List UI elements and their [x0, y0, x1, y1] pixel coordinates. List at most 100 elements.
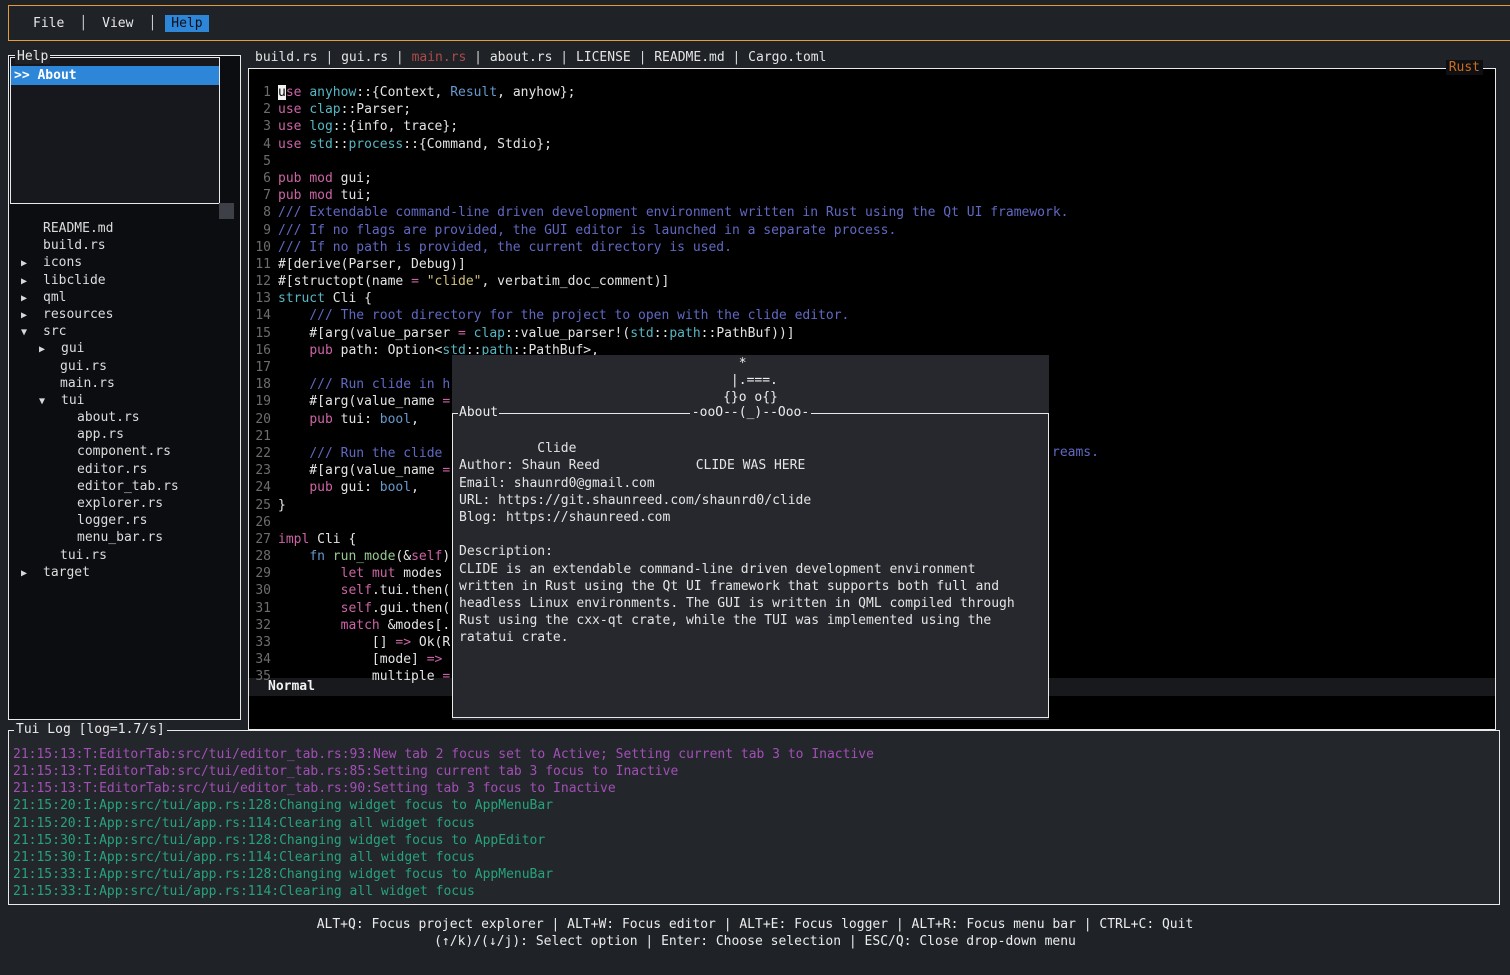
tree-item-label: icons [43, 255, 82, 270]
tree-item-menu-bar-rs[interactable]: menu_bar.rs [9, 529, 239, 546]
line-number: 26 [255, 514, 271, 531]
ascii-art: * |.===. {}o o{} [723, 355, 778, 407]
tree-item-libclide[interactable]: ▶libclide [9, 272, 239, 289]
tree-item-logger-rs[interactable]: logger.rs [9, 512, 239, 529]
log-entry-trace: 21:15:13:T:EditorTab:src/tui/editor_tab.… [13, 746, 1497, 763]
line-number: 1 [255, 84, 271, 101]
tab-license[interactable]: LICENSE [576, 50, 631, 65]
tree-item-label: component.rs [77, 444, 171, 459]
tree-item-explorer-rs[interactable]: explorer.rs [9, 495, 239, 512]
tree-item-label: src [43, 324, 66, 339]
tree-item-gui[interactable]: ▶gui [9, 340, 239, 357]
code-line-11[interactable]: 11#[derive(Parser, Debug)] [249, 256, 1494, 273]
line-number: 18 [255, 376, 271, 393]
chevron-right-icon: ▶ [39, 341, 61, 358]
tree-item-editor-rs[interactable]: editor.rs [9, 461, 239, 478]
line-number: 3 [255, 118, 271, 135]
tree-item-label: about.rs [77, 410, 140, 425]
line-number: 10 [255, 239, 271, 256]
line-number: 31 [255, 600, 271, 617]
tree-item-label: README.md [43, 221, 113, 236]
tab-cargo-toml[interactable]: Cargo.toml [748, 50, 826, 65]
code-line-4[interactable]: 4use std::process::{Command, Stdio}; [249, 136, 1494, 153]
tree-item-gui-rs[interactable]: gui.rs [9, 358, 239, 375]
tui-log-panel: Tui Log [log=1.7/s] 21:15:13:T:EditorTab… [8, 730, 1500, 905]
chevron-right-icon: ▶ [21, 307, 43, 324]
chevron-right-icon: ▶ [21, 255, 43, 272]
tree-item-readme-md[interactable]: README.md [9, 220, 239, 237]
code-line-1[interactable]: 1use anyhow::{Context, Result, anyhow}; [249, 84, 1494, 101]
tree-item-src[interactable]: ▼src [9, 323, 239, 340]
tab-main-rs[interactable]: main.rs [412, 50, 467, 65]
tree-item-label: editor.rs [77, 462, 147, 477]
about-dialog: About -ooO--(_)--Ooo- Clide CLIDE WAS HE… [452, 413, 1049, 718]
chevron-right-icon: ▶ [21, 273, 43, 290]
code-line-5[interactable]: 5 [249, 153, 1494, 170]
tree-item-label: tui [61, 393, 84, 408]
tab-separator: | [725, 50, 748, 65]
line-number: 9 [255, 222, 271, 239]
about-line-8: CLIDE is an extendable command-line driv… [459, 561, 1042, 578]
tree-item-editor-tab-rs[interactable]: editor_tab.rs [9, 478, 239, 495]
line-number: 12 [255, 273, 271, 290]
tree-item-label: editor_tab.rs [77, 479, 179, 494]
about-line-9: written in Rust using the Qt UI framewor… [459, 578, 1042, 595]
log-entry-trace: 21:15:13:T:EditorTab:src/tui/editor_tab.… [13, 763, 1497, 780]
code-line-15[interactable]: 15 #[arg(value_parser = clap::value_pars… [249, 325, 1494, 342]
tree-item-icons[interactable]: ▶icons [9, 254, 239, 271]
log-entry-info: 21:15:20:I:App:src/tui/app.rs:128:Changi… [13, 797, 1497, 814]
scrollbar-thumb[interactable] [219, 203, 234, 219]
tree-item-app-rs[interactable]: app.rs [9, 426, 239, 443]
about-line-7: Description: [459, 543, 1042, 560]
clide-tui-app: File│View│Help README.mdbuild.rs▶icons▶l… [0, 0, 1510, 975]
tree-item-component-rs[interactable]: component.rs [9, 443, 239, 460]
line-number: 5 [255, 153, 271, 170]
tab-separator: | [466, 50, 489, 65]
code-line-7[interactable]: 7pub mod tui; [249, 187, 1494, 204]
code-line-12[interactable]: 12#[structopt(name = "clide", verbatim_d… [249, 273, 1494, 290]
line-number: 35 [255, 668, 271, 685]
tab-separator: | [552, 50, 575, 65]
line-number: 29 [255, 565, 271, 582]
code-line-2[interactable]: 2use clap::Parser; [249, 101, 1494, 118]
help-dropdown-title: Help [15, 49, 50, 64]
tree-item-label: tui.rs [60, 548, 107, 563]
menu-item-view[interactable]: View [96, 15, 139, 32]
tree-item-build-rs[interactable]: build.rs [9, 237, 239, 254]
tab-build-rs[interactable]: build.rs [255, 50, 318, 65]
tree-item-tui[interactable]: ▼tui [9, 392, 239, 409]
about-content: Clide CLIDE WAS HERE Author: Shaun ReedE… [459, 423, 1042, 646]
tree-item-about-rs[interactable]: about.rs [9, 409, 239, 426]
about-line-11: Rust using the cxx-qt crate, while the T… [459, 612, 1042, 629]
about-line-4: URL: https://git.shaunreed.com/shaunrd0/… [459, 492, 1042, 509]
tree-item-target[interactable]: ▶target [9, 564, 239, 581]
keybinding-line-1: ALT+Q: Focus project explorer | ALT+W: F… [0, 916, 1510, 933]
menu-item-help[interactable]: Help [165, 15, 208, 32]
code-line-3[interactable]: 3use log::{info, trace}; [249, 118, 1494, 135]
code-line-10[interactable]: 10/// If no path is provided, the curren… [249, 239, 1494, 256]
about-line-12: ratatui crate. [459, 629, 1042, 646]
about-line-3: Email: shaunrd0@gmail.com [459, 475, 1042, 492]
about-heading: Clide CLIDE WAS HERE [459, 423, 1042, 440]
tree-item-label: logger.rs [77, 513, 147, 528]
chevron-down-icon: ▼ [39, 393, 61, 410]
tree-item-label: qml [43, 290, 66, 305]
code-line-13[interactable]: 13struct Cli { [249, 290, 1494, 307]
tree-item-tui-rs[interactable]: tui.rs [9, 547, 239, 564]
dropdown-item-about[interactable]: >> About [11, 66, 219, 85]
line-number: 24 [255, 479, 271, 496]
tree-item-qml[interactable]: ▶qml [9, 289, 239, 306]
tab-about-rs[interactable]: about.rs [490, 50, 553, 65]
tab-gui-rs[interactable]: gui.rs [341, 50, 388, 65]
log-lines: 21:15:13:T:EditorTab:src/tui/editor_tab.… [13, 746, 1497, 900]
code-line-6[interactable]: 6pub mod gui; [249, 170, 1494, 187]
keybinding-help-bar: ALT+Q: Focus project explorer | ALT+W: F… [0, 916, 1510, 950]
menu-item-file[interactable]: File [27, 15, 70, 32]
tree-item-resources[interactable]: ▶resources [9, 306, 239, 323]
code-line-8[interactable]: 8/// Extendable command-line driven deve… [249, 204, 1494, 221]
code-line-14[interactable]: 14 /// The root directory for the projec… [249, 307, 1494, 324]
tab-readme-md[interactable]: README.md [654, 50, 724, 65]
code-line-9[interactable]: 9/// If no flags are provided, the GUI e… [249, 222, 1494, 239]
tree-item-main-rs[interactable]: main.rs [9, 375, 239, 392]
tree-item-label: gui.rs [60, 359, 107, 374]
